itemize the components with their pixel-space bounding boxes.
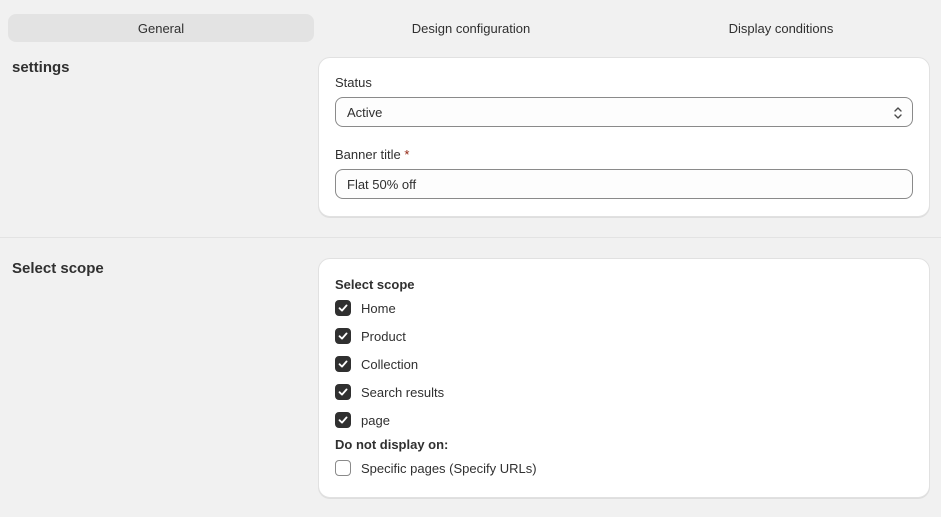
- checkmark-icon: [338, 416, 348, 424]
- scope-group-title: Select scope: [335, 277, 415, 292]
- scope-option-search-results[interactable]: Search results: [335, 383, 444, 401]
- banner-title-label-text: Banner title: [335, 147, 401, 162]
- scope-option-label: Search results: [361, 384, 445, 400]
- scope-option-label: page: [361, 412, 390, 428]
- checkbox[interactable]: [335, 300, 351, 316]
- status-select-value: Active: [347, 104, 383, 120]
- exclude-option-label: Specific pages (Specify URLs): [361, 460, 537, 476]
- exclude-option-specific-pages[interactable]: Specific pages (Specify URLs): [335, 459, 537, 477]
- checkmark-icon: [338, 360, 348, 368]
- tab-display-conditions[interactable]: Display conditions: [628, 14, 934, 42]
- required-marker: *: [404, 147, 410, 162]
- checkbox[interactable]: [335, 356, 351, 372]
- settings-card: Status Active Banner title * Flat 50% of…: [318, 57, 930, 217]
- banner-title-input[interactable]: Flat 50% off: [335, 169, 913, 199]
- scope-option-collection[interactable]: Collection: [335, 355, 418, 373]
- tab-bar: General Design configuration Display con…: [8, 14, 936, 42]
- scope-option-label: Product: [361, 328, 406, 344]
- checkmark-icon: [338, 332, 348, 340]
- banner-title-input-value: Flat 50% off: [347, 176, 417, 192]
- scope-card: Select scope Home Product Collection Sea…: [318, 258, 930, 498]
- scope-option-label: Home: [361, 300, 396, 316]
- scope-option-home[interactable]: Home: [335, 299, 396, 317]
- banner-title-label: Banner title *: [335, 147, 409, 162]
- checkbox[interactable]: [335, 328, 351, 344]
- tab-design-configuration[interactable]: Design configuration: [318, 14, 624, 42]
- settings-section-title: settings: [12, 59, 70, 76]
- exclude-group-title: Do not display on:: [335, 437, 449, 452]
- select-chevron-icon: [894, 107, 902, 119]
- checkbox[interactable]: [335, 412, 351, 428]
- scope-option-page[interactable]: page: [335, 411, 390, 429]
- checkmark-icon: [338, 388, 348, 396]
- checkbox[interactable]: [335, 384, 351, 400]
- checkmark-icon: [338, 304, 348, 312]
- checkbox[interactable]: [335, 460, 351, 476]
- scope-option-label: Collection: [361, 356, 419, 372]
- tab-general[interactable]: General: [8, 14, 314, 42]
- scope-option-product[interactable]: Product: [335, 327, 406, 345]
- status-label: Status: [335, 75, 372, 90]
- section-divider: [0, 237, 941, 238]
- status-select[interactable]: Active: [335, 97, 913, 127]
- scope-section-title: Select scope: [12, 260, 104, 277]
